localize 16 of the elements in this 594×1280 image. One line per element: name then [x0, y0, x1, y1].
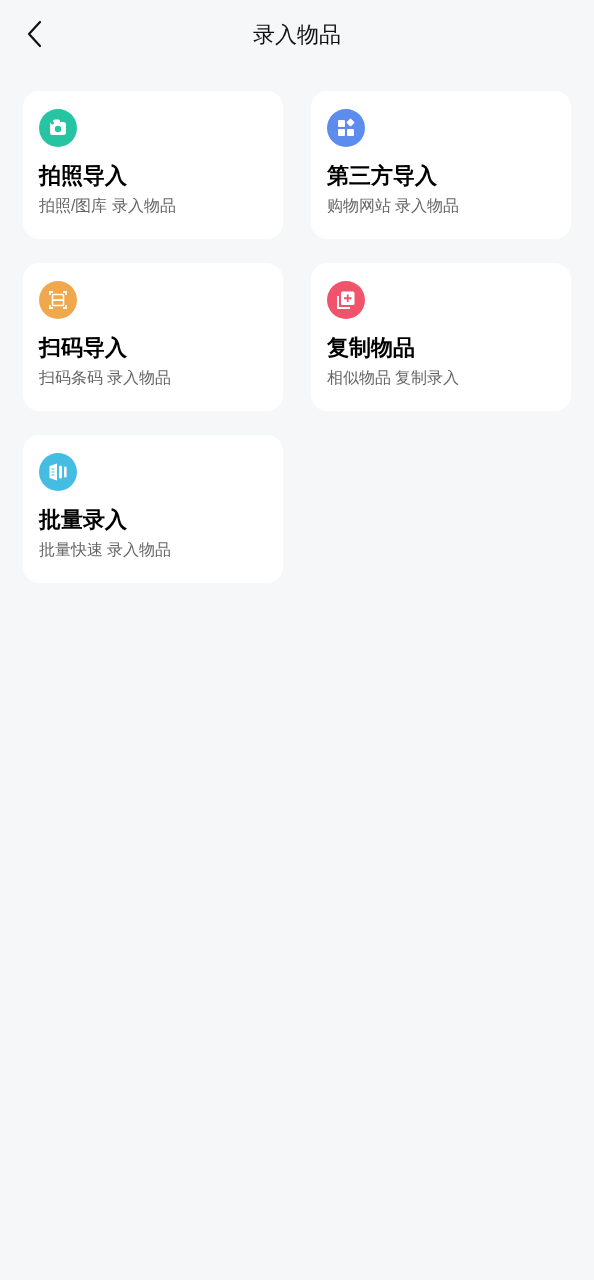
option-title: 复制物品: [327, 334, 415, 362]
option-subtitle: 购物网站 录入物品: [327, 196, 460, 216]
option-title: 扫码导入: [39, 334, 127, 362]
option-card[interactable]: 第三方导入 购物网站 录入物品: [311, 91, 571, 239]
option-title: 拍照导入: [39, 162, 127, 190]
option-card[interactable]: 批量录入 批量快速 录入物品: [23, 435, 283, 583]
option-title: 第三方导入: [327, 162, 437, 190]
option-subtitle: 拍照/图库 录入物品: [39, 196, 176, 216]
option-card[interactable]: 扫码导入 扫码条码 录入物品: [23, 263, 283, 411]
option-subtitle: 相似物品 复制录入: [327, 368, 460, 388]
option-subtitle: 扫码条码 录入物品: [39, 368, 172, 388]
option-subtitle: 批量快速 录入物品: [39, 540, 172, 560]
page-title: 录入物品: [253, 20, 341, 49]
option-card[interactable]: 拍照导入 拍照/图库 录入物品: [23, 91, 283, 239]
option-card[interactable]: 复制物品 相似物品 复制录入: [311, 263, 571, 411]
option-title: 批量录入: [39, 506, 127, 534]
